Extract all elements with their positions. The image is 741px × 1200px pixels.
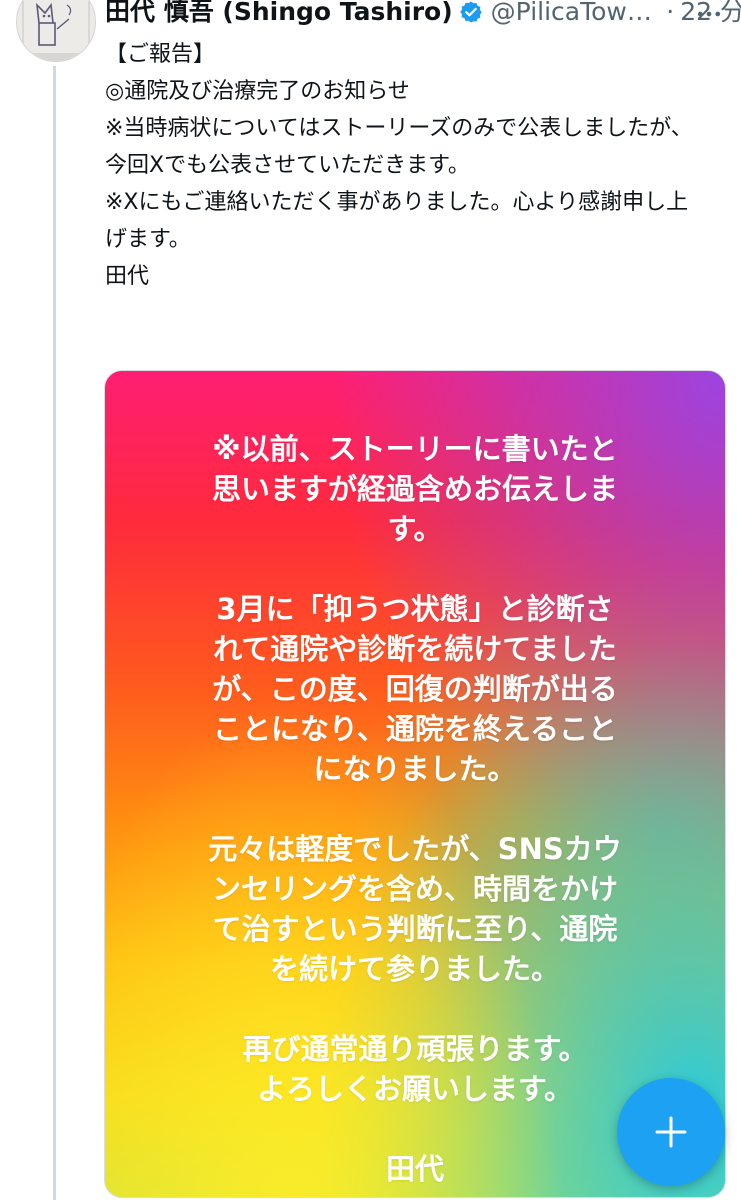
story-line: 思いますが経過含めお伝えしま <box>211 472 618 506</box>
story-line: ことになり、通院を終えること <box>213 712 617 746</box>
tweet-page: 田代 慎吾 (Shingo Tashiro) @PilicaTown... · … <box>0 0 741 1200</box>
tweet-text: 【ご報告】 ◎通院及び治療完了のお知らせ ※当時病状についてはストーリーズのみで… <box>105 36 715 295</box>
story-line: 再び通常通り頑張ります。 <box>242 1032 588 1066</box>
more-options-icon[interactable] <box>691 0 727 32</box>
story-line: れて通院や診断を続けてました <box>213 632 617 666</box>
display-name[interactable]: 田代 慎吾 (Shingo Tashiro) <box>105 0 453 27</box>
tweet-text-line: ※Xにもご連絡いただく事がありました。心より感謝申し上 <box>105 190 689 215</box>
story-line: ※以前、ストーリーに書いたと <box>212 432 618 466</box>
tweet-text-line: 今回Xでも公表させていただきます。 <box>105 153 470 178</box>
tweet-text-line: ※当時病状についてはストーリーズのみで公表しましたが、 <box>105 116 693 141</box>
plus-icon <box>655 1116 687 1148</box>
story-line: を続けて参りました。 <box>269 952 560 986</box>
avatar-drawing <box>17 0 95 61</box>
story-line: て治すという判断に至り、通院 <box>212 912 618 946</box>
story-paragraph: 元々は軽度でしたが、SNSカウ ンセリングを含め、時間をかけ て治すという判断に… <box>105 829 725 989</box>
user-handle[interactable]: @PilicaTown... <box>491 0 661 27</box>
tweet-header: 田代 慎吾 (Shingo Tashiro) @PilicaTown... · … <box>105 0 741 30</box>
thread-line <box>53 66 56 1200</box>
story-text: ※以前、ストーリーに書いたと 思いますが経過含めお伝えしま す。 3月に「抑うつ… <box>105 429 725 1197</box>
story-paragraph: 3月に「抑うつ状態」と診断さ れて通院や診断を続けてました が、この度、回復の判… <box>105 589 725 789</box>
tweet-media-image[interactable]: ※以前、ストーリーに書いたと 思いますが経過含めお伝えしま す。 3月に「抑うつ… <box>104 370 726 1198</box>
tweet-text-line: 田代 <box>105 264 150 289</box>
tweet-text-line: げます。 <box>105 227 191 252</box>
tweet-text-line: 【ご報告】 <box>105 42 216 67</box>
verified-badge-icon <box>459 0 483 24</box>
story-line: になりました。 <box>313 752 517 786</box>
story-line: が、この度、回復の判断が出る <box>212 672 618 706</box>
compose-fab-button[interactable] <box>617 1078 725 1186</box>
story-line: す。 <box>387 512 443 546</box>
story-paragraph: ※以前、ストーリーに書いたと 思いますが経過含めお伝えしま す。 <box>105 429 725 549</box>
story-line: 元々は軽度でしたが、SNSカウ <box>208 832 622 866</box>
story-line: ンセリングを含め、時間をかけ <box>211 872 618 906</box>
story-line: 3月に「抑うつ状態」と診断さ <box>216 592 614 626</box>
avatar[interactable] <box>16 0 96 62</box>
separator-dot: · <box>666 0 675 26</box>
tweet-text-line: ◎通院及び治療完了のお知らせ <box>105 79 410 104</box>
